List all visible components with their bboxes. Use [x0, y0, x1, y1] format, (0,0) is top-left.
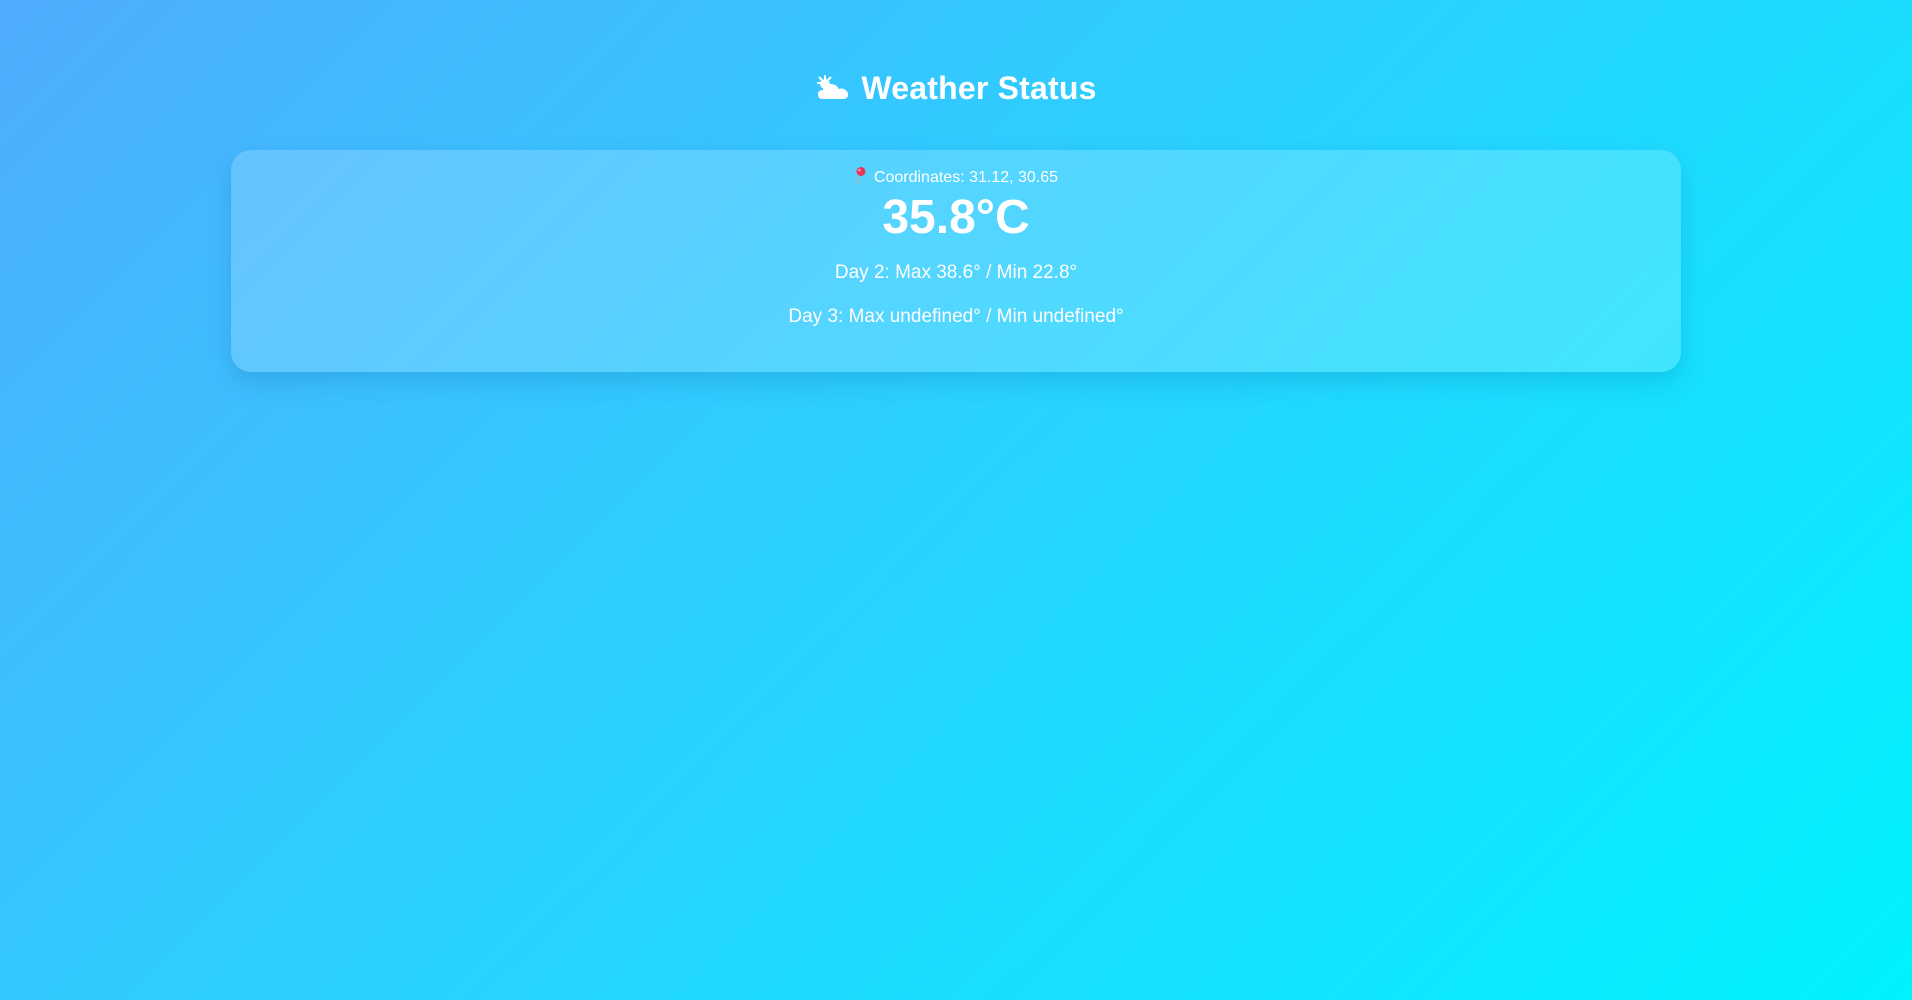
weather-card: Coordinates: 31.12, 30.65 35.8°C Day 2: … — [231, 150, 1681, 372]
page-header: Weather Status — [0, 66, 1912, 110]
coordinates-row: Coordinates: 31.12, 30.65 — [231, 166, 1681, 188]
forecast-day-2: Day 2: Max 38.6° / Min 22.8° — [834, 262, 1078, 283]
sun-behind-cloud-icon — [815, 74, 851, 102]
forecast-day-3: Day 3: Max undefined° / Min undefined° — [788, 306, 1124, 327]
current-temperature: 35.8°C — [882, 191, 1030, 244]
coordinates-text: Coordinates: 31.12, 30.65 — [873, 169, 1059, 186]
pin-icon — [854, 166, 868, 184]
page-title: Weather Status — [861, 70, 1097, 106]
